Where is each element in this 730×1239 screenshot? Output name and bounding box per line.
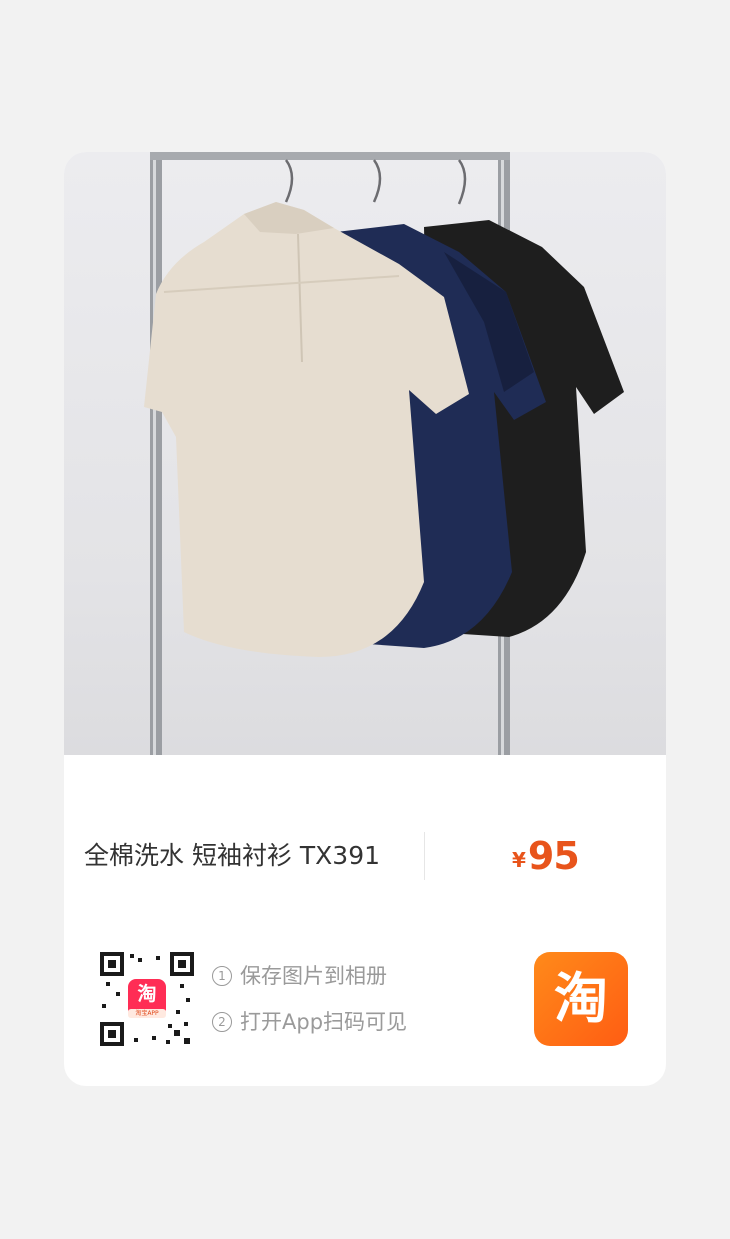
step-number-1: 1 <box>212 966 232 986</box>
step-save-image: 1 保存图片到相册 <box>212 958 472 1004</box>
divider <box>424 832 425 880</box>
qr-finder-top-right <box>170 952 194 976</box>
product-info-row: 全棉洗水 短袖衬衫 TX391 ¥95 <box>64 820 666 892</box>
hanger-hook <box>457 159 467 205</box>
instruction-steps: 1 保存图片到相册 2 打开App扫码可见 <box>212 958 472 1050</box>
rack-bar <box>150 152 510 160</box>
product-price: ¥95 <box>512 820 580 892</box>
price-value: 95 <box>527 834 580 878</box>
step-text: 保存图片到相册 <box>240 964 387 988</box>
product-title: 全棉洗水 短袖衬衫 TX391 <box>84 841 381 870</box>
qr-finder-top-left <box>100 952 124 976</box>
step-text: 打开App扫码可见 <box>240 1010 408 1034</box>
step-open-app: 2 打开App扫码可见 <box>212 1004 472 1050</box>
taobao-app-badge-icon: 淘 <box>137 983 157 1005</box>
qr-code[interactable]: 淘 淘宝APP <box>100 952 194 1046</box>
qr-finder-bottom-left <box>100 1022 124 1046</box>
currency-symbol: ¥ <box>512 848 526 872</box>
product-image[interactable] <box>64 152 666 755</box>
shirts-on-rack-illustration <box>144 152 624 755</box>
share-card: 全棉洗水 短袖衬衫 TX391 ¥95 淘 淘宝APP 1 保存图片到相册 2 … <box>64 152 666 1086</box>
hanger-hook <box>284 159 294 203</box>
step-number-2: 2 <box>212 1012 232 1032</box>
hanger-hook <box>372 159 382 203</box>
rack-pole-left-highlight <box>153 152 156 755</box>
taobao-app-badge-caption: 淘宝APP <box>135 1010 159 1017</box>
taobao-app-icon[interactable]: 淘 <box>534 952 628 1046</box>
